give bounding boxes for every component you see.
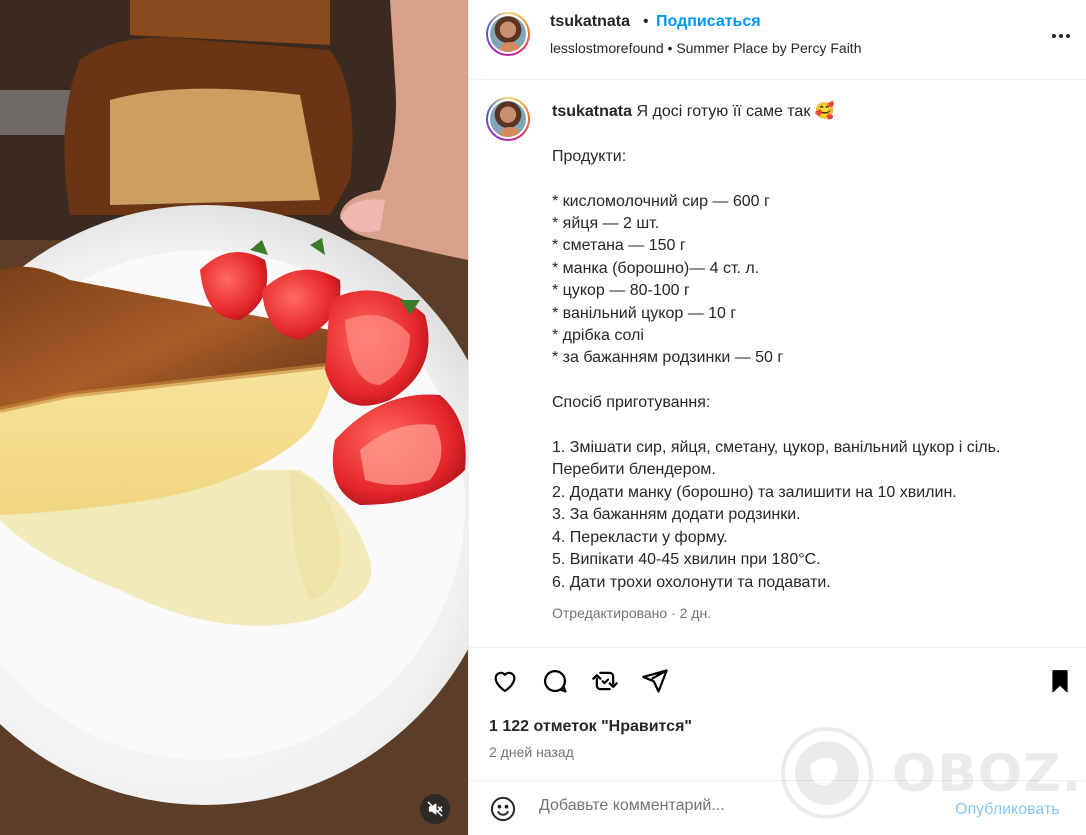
likes-count[interactable]: 1 122 отметок "Нравится" bbox=[489, 718, 692, 736]
caption-meta: Отредактировано · 2 дн. bbox=[552, 605, 712, 621]
more-dot bbox=[1052, 34, 1056, 38]
repost-icon bbox=[592, 671, 618, 691]
more-dot bbox=[1066, 34, 1070, 38]
share-icon bbox=[642, 669, 668, 693]
post-actions: 1 122 отметок "Нравится" 2 дней назад bbox=[469, 647, 1086, 780]
more-dot bbox=[1059, 34, 1063, 38]
comment-button[interactable] bbox=[539, 665, 571, 697]
avatar[interactable] bbox=[486, 12, 530, 56]
mute-button[interactable] bbox=[420, 794, 450, 824]
emoji-button[interactable] bbox=[489, 795, 517, 828]
emoji-icon bbox=[490, 796, 516, 822]
repost-button[interactable] bbox=[589, 665, 621, 697]
header-subtitle: lesslostmorefound • Summer Place by Perc… bbox=[550, 40, 861, 56]
header-username[interactable]: tsukatnata bbox=[550, 13, 630, 31]
speaker-muted-icon bbox=[427, 801, 443, 817]
caption-username[interactable]: tsukatnata bbox=[552, 103, 632, 120]
post-panel: tsukatnata • Подписаться lesslostmorefou… bbox=[468, 0, 1086, 835]
caption: tsukatnata Я досі готую її саме так 🥰 Пр… bbox=[469, 81, 1086, 647]
comment-icon bbox=[543, 670, 567, 693]
caption-lead: Я досі готую її саме так 🥰 bbox=[636, 103, 835, 120]
post-header: tsukatnata • Подписаться lesslostmorefou… bbox=[469, 0, 1086, 80]
share-button[interactable] bbox=[639, 665, 671, 697]
follow-button[interactable]: Подписаться bbox=[656, 13, 761, 31]
comment-bar: Опубликовать bbox=[469, 780, 1086, 835]
post-media[interactable] bbox=[0, 0, 468, 835]
publish-button[interactable]: Опубликовать bbox=[955, 801, 1060, 819]
audio-link[interactable]: Summer Place by Percy Faith bbox=[676, 40, 861, 56]
location-link[interactable]: lesslostmorefound bbox=[550, 40, 664, 56]
cheesecake-photo bbox=[0, 0, 468, 835]
save-button[interactable] bbox=[1044, 665, 1076, 697]
audio-separator: • bbox=[667, 40, 673, 56]
like-button[interactable] bbox=[489, 665, 521, 697]
post-date: 2 дней назад bbox=[489, 744, 574, 760]
comment-input[interactable] bbox=[539, 797, 939, 815]
more-options-button[interactable] bbox=[1047, 24, 1075, 48]
caption-avatar[interactable] bbox=[486, 97, 530, 141]
bookmark-icon bbox=[1052, 670, 1068, 693]
caption-body: Продукти: * кисломолочний сир — 600 г * … bbox=[552, 147, 1001, 591]
heart-icon bbox=[494, 671, 516, 693]
caption-text: tsukatnata Я досі готую її саме так 🥰 Пр… bbox=[552, 101, 1062, 594]
separator-dot: • bbox=[643, 13, 649, 30]
